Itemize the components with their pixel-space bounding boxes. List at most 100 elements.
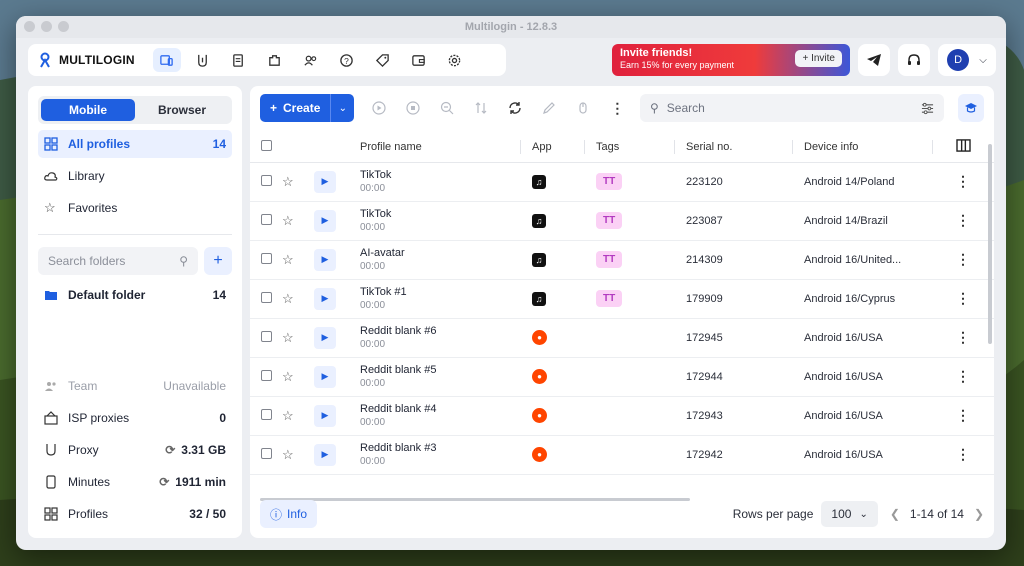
- support-button[interactable]: [898, 44, 930, 76]
- table-row[interactable]: ☆ ▶ Reddit blank #5 00:00 ● 172944 Andro…: [250, 357, 994, 397]
- invite-button[interactable]: + Invite: [795, 50, 842, 67]
- row-menu-icon[interactable]: ⋮: [932, 396, 994, 436]
- more-actions-icon[interactable]: ⋮: [606, 97, 628, 119]
- row-menu-icon[interactable]: ⋮: [932, 435, 994, 475]
- col-device-info[interactable]: Device info: [792, 132, 932, 163]
- tab-browser[interactable]: Browser: [135, 99, 229, 121]
- next-page-button[interactable]: ❯: [974, 507, 984, 521]
- row-checkbox[interactable]: [261, 213, 272, 225]
- launch-profile-button[interactable]: ▶: [314, 404, 336, 427]
- select-all-checkbox[interactable]: [261, 139, 272, 151]
- nav-billing-icon[interactable]: [225, 48, 253, 72]
- launch-profile-button[interactable]: ▶: [314, 443, 336, 466]
- telegram-button[interactable]: [858, 44, 890, 76]
- refresh-icon[interactable]: ⟳: [159, 475, 169, 489]
- profile-name-cell[interactable]: Reddit blank #6 00:00: [356, 318, 520, 358]
- zoom-out-icon[interactable]: [436, 97, 458, 119]
- folder-default[interactable]: Default folder 14: [38, 281, 232, 309]
- tag-badge[interactable]: TT: [596, 173, 623, 190]
- table-row[interactable]: ☆ ▶ Reddit blank #6 00:00 ● 172945 Andro…: [250, 318, 994, 358]
- launch-profile-button[interactable]: ▶: [314, 365, 336, 388]
- row-checkbox[interactable]: [261, 174, 272, 186]
- row-menu-icon[interactable]: ⋮: [932, 162, 994, 202]
- profile-name-cell[interactable]: TikTok 00:00: [356, 162, 520, 202]
- tag-badge[interactable]: TT: [596, 212, 623, 229]
- nav-settings-icon[interactable]: [441, 48, 469, 72]
- sync-icon[interactable]: [504, 97, 526, 119]
- nav-tags-icon[interactable]: [369, 48, 397, 72]
- nav-profiles-icon[interactable]: [152, 48, 181, 72]
- user-menu[interactable]: D ⌵: [938, 44, 996, 76]
- launch-profile-button[interactable]: ▶: [314, 326, 336, 349]
- table-row[interactable]: ☆ ▶ TikTok 00:00 ♫ TT 223087 Android 14/…: [250, 201, 994, 241]
- profile-name-cell[interactable]: TikTok #1 00:00: [356, 279, 520, 319]
- info-button[interactable]: ⓘ Info: [260, 500, 318, 528]
- tag-badge[interactable]: TT: [596, 290, 623, 307]
- favorite-star-icon[interactable]: ☆: [282, 174, 294, 189]
- favorite-star-icon[interactable]: ☆: [282, 447, 294, 462]
- sort-icon[interactable]: [470, 97, 492, 119]
- row-checkbox[interactable]: [261, 369, 272, 381]
- profile-name-cell[interactable]: TikTok 00:00: [356, 201, 520, 241]
- table-row[interactable]: ☆ ▶ AI-avatar 00:00 ♫ TT 214309 Android …: [250, 240, 994, 280]
- row-menu-icon[interactable]: ⋮: [932, 279, 994, 319]
- search-folders-input[interactable]: Search folders ⚲: [38, 247, 198, 275]
- row-checkbox[interactable]: [261, 330, 272, 342]
- profile-name-cell[interactable]: Reddit blank #5 00:00: [356, 357, 520, 397]
- favorite-star-icon[interactable]: ☆: [282, 213, 294, 228]
- start-icon[interactable]: [368, 97, 390, 119]
- col-serial[interactable]: Serial no.: [674, 132, 792, 163]
- brand-logo[interactable]: MULTILOGIN: [38, 52, 135, 68]
- launch-profile-button[interactable]: ▶: [314, 170, 336, 193]
- row-checkbox[interactable]: [261, 408, 272, 420]
- col-app[interactable]: App: [520, 132, 584, 163]
- minimize-window-button[interactable]: [41, 21, 52, 32]
- nav-team-icon[interactable]: [297, 48, 325, 72]
- row-menu-icon[interactable]: ⋮: [932, 357, 994, 397]
- edit-icon[interactable]: [538, 97, 560, 119]
- filter-icon[interactable]: [921, 102, 934, 115]
- favorite-star-icon[interactable]: ☆: [282, 408, 294, 423]
- nav-wallet-icon[interactable]: [405, 48, 433, 72]
- table-row[interactable]: ☆ ▶ TikTok #1 00:00 ♫ TT 179909 Android …: [250, 279, 994, 319]
- launch-profile-button[interactable]: ▶: [314, 209, 336, 232]
- refresh-icon[interactable]: ⟳: [165, 443, 175, 457]
- launch-profile-button[interactable]: ▶: [314, 287, 336, 310]
- rows-per-page-select[interactable]: 100 ⌄: [821, 501, 878, 527]
- academy-button[interactable]: [958, 94, 984, 122]
- cookie-icon[interactable]: [572, 97, 594, 119]
- launch-profile-button[interactable]: ▶: [314, 248, 336, 271]
- zoom-window-button[interactable]: [58, 21, 69, 32]
- close-window-button[interactable]: [24, 21, 35, 32]
- table-row[interactable]: ☆ ▶ Reddit blank #3 00:00 ● 172942 Andro…: [250, 435, 994, 475]
- favorite-star-icon[interactable]: ☆: [282, 330, 294, 345]
- sidebar-item-library[interactable]: Library: [38, 162, 232, 190]
- tab-mobile[interactable]: Mobile: [41, 99, 135, 121]
- nav-extensions-icon[interactable]: [261, 48, 289, 72]
- row-checkbox[interactable]: [261, 252, 272, 264]
- profile-name-cell[interactable]: AI-avatar 00:00: [356, 240, 520, 280]
- invite-banner[interactable]: Invite friends! Earn 15% for every payme…: [612, 44, 850, 76]
- favorite-star-icon[interactable]: ☆: [282, 291, 294, 306]
- columns-settings-button[interactable]: [932, 132, 994, 163]
- row-checkbox[interactable]: [261, 291, 272, 303]
- nav-help-icon[interactable]: ?: [333, 48, 361, 72]
- prev-page-button[interactable]: ❮: [890, 507, 900, 521]
- favorite-star-icon[interactable]: ☆: [282, 369, 294, 384]
- profile-name-cell[interactable]: Reddit blank #4 00:00: [356, 396, 520, 436]
- add-folder-button[interactable]: +: [204, 247, 232, 275]
- row-menu-icon[interactable]: ⋮: [932, 240, 994, 280]
- table-row[interactable]: ☆ ▶ TikTok 00:00 ♫ TT 223120 Android 14/…: [250, 162, 994, 202]
- row-menu-icon[interactable]: ⋮: [932, 201, 994, 241]
- row-menu-icon[interactable]: ⋮: [932, 318, 994, 358]
- nav-proxy-icon[interactable]: [189, 48, 217, 72]
- stop-icon[interactable]: [402, 97, 424, 119]
- create-dropdown-button[interactable]: ⌄: [330, 94, 355, 122]
- profile-name-cell[interactable]: Reddit blank #3 00:00: [356, 435, 520, 475]
- vertical-scrollbar[interactable]: [988, 144, 992, 344]
- row-checkbox[interactable]: [261, 447, 272, 459]
- table-row[interactable]: ☆ ▶ Reddit blank #4 00:00 ● 172943 Andro…: [250, 396, 994, 436]
- col-tags[interactable]: Tags: [584, 132, 674, 163]
- sidebar-item-all-profiles[interactable]: All profiles 14: [38, 130, 232, 158]
- sidebar-item-favorites[interactable]: ☆ Favorites: [38, 194, 232, 222]
